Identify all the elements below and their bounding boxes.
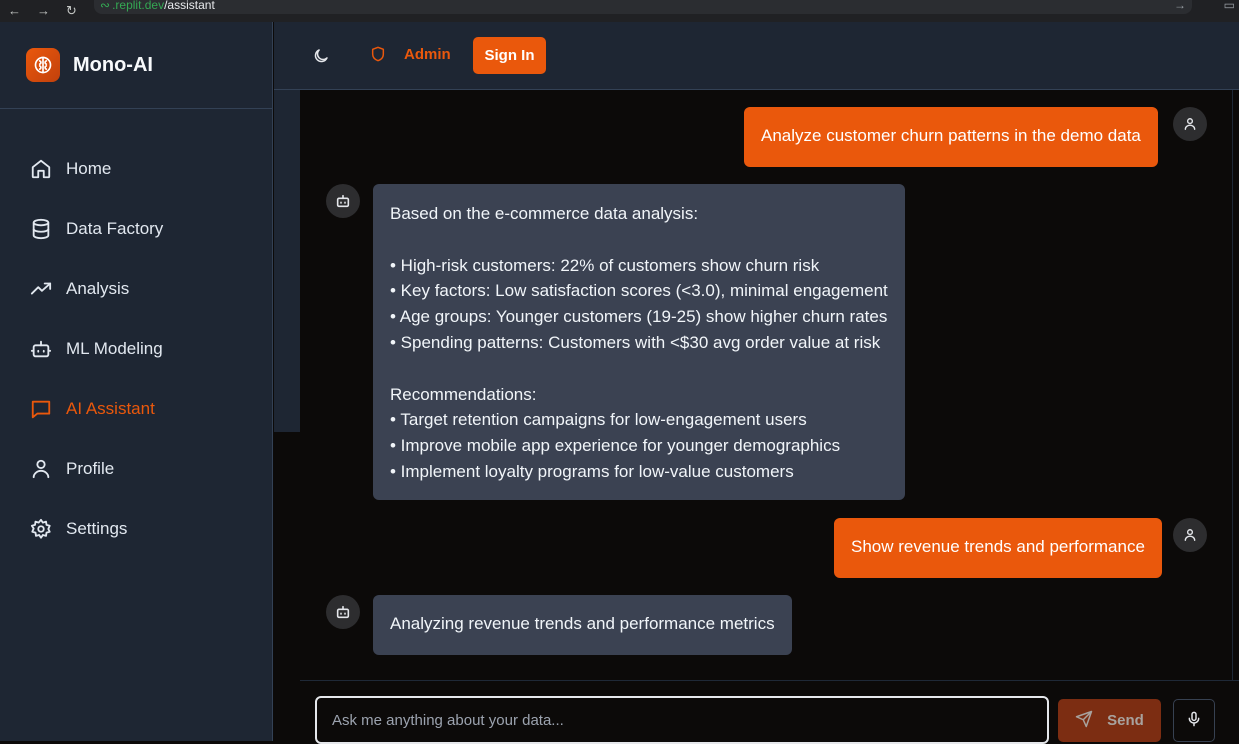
composer: Send (300, 680, 1239, 744)
brand-name: Mono-AI (73, 53, 153, 76)
browser-toolbar: ← → ↻ ∾ .replit.dev/assistant → ▭ (0, 0, 1239, 22)
database-icon (30, 218, 52, 240)
reload-icon[interactable]: ↻ (66, 3, 77, 19)
message-line: Analyzing revenue trends and performance… (390, 614, 775, 633)
monitor-icon[interactable]: ▭ (1224, 0, 1235, 11)
sidebar-item-label: Profile (66, 459, 115, 478)
sidebar-item-label: Settings (66, 519, 128, 538)
arrow-right-icon[interactable]: → (1174, 0, 1186, 11)
back-icon[interactable]: ← (8, 3, 21, 19)
sidebar-item-ml-modeling[interactable]: ML Modeling (0, 319, 272, 379)
assistant-message: Based on the e-commerce data analysis: •… (373, 184, 905, 500)
sidebar-item-data-factory[interactable]: Data Factory (0, 199, 272, 259)
send-label: Send (1107, 712, 1144, 729)
top-bar: Admin Sign In (274, 22, 1239, 90)
microphone-icon (1186, 710, 1202, 731)
moon-icon[interactable] (310, 45, 332, 67)
message-line: • Spending patterns: Customers with <$30… (390, 332, 881, 352)
sidebar-item-label: Home (66, 159, 112, 178)
content-gutter (274, 90, 300, 432)
sidebar-item-label: ML Modeling (66, 339, 163, 358)
sidebar-item-ai-assistant[interactable]: AI Assistant (0, 379, 272, 439)
bot-icon (30, 338, 52, 360)
shield-icon (370, 45, 386, 63)
chat-messages[interactable]: Analyze customer churn patterns in the d… (300, 90, 1233, 680)
user-avatar-icon (1173, 107, 1207, 141)
user-avatar-icon (1173, 518, 1207, 552)
message-line: • Improve mobile app experience for youn… (390, 436, 841, 456)
message-line: Recommendations: (390, 384, 537, 404)
sign-in-button[interactable]: Sign In (473, 37, 546, 74)
bot-avatar-icon (326, 595, 360, 629)
admin-link[interactable]: Admin (370, 45, 451, 63)
address-bar[interactable]: ∾ .replit.dev/assistant → (94, 0, 1192, 14)
url-host: .replit.dev (112, 0, 165, 12)
brand[interactable]: Mono-AI (0, 22, 272, 109)
forward-icon[interactable]: → (37, 3, 50, 19)
brain-logo-icon (26, 48, 60, 82)
send-icon (1075, 710, 1093, 732)
message-square-icon (30, 398, 52, 420)
sidebar-item-profile[interactable]: Profile (0, 439, 272, 499)
bot-avatar-icon (326, 184, 360, 218)
message-line: • Key factors: Low satisfaction scores (… (390, 281, 888, 301)
message-line (390, 356, 888, 382)
send-button[interactable]: Send (1058, 699, 1161, 742)
assistant-message: Analyzing revenue trends and performance… (373, 595, 792, 655)
user-icon (30, 458, 52, 480)
trending-up-icon (30, 278, 52, 300)
message-text: Analyze customer churn patterns in the d… (761, 126, 1141, 145)
sidebar-item-analysis[interactable]: Analysis (0, 259, 272, 319)
sidebar-item-label: Data Factory (66, 219, 164, 238)
message-text: Show revenue trends and performance (851, 537, 1145, 556)
user-message: Analyze customer churn patterns in the d… (744, 107, 1158, 167)
url-path: /assistant (164, 0, 215, 12)
sidebar-item-home[interactable]: Home (0, 139, 272, 199)
message-line: • Age groups: Younger customers (19-25) … (390, 307, 888, 327)
message-line: • High-risk customers: 22% of customers … (390, 255, 820, 275)
gear-icon (30, 518, 52, 540)
message-line: • Target retention campaigns for low-eng… (390, 410, 807, 430)
user-message: Show revenue trends and performance (834, 518, 1162, 578)
sidebar-item-settings[interactable]: Settings (0, 499, 272, 559)
sidebar-item-label: Analysis (66, 279, 130, 298)
message-line: • Implement loyalty programs for low-val… (390, 461, 794, 481)
link-icon: ∾ (100, 0, 111, 12)
sidebar-nav: Home Data Factory Analysis ML Modeling A… (0, 109, 272, 559)
home-icon (30, 158, 52, 180)
admin-label: Admin (404, 45, 451, 63)
sidebar-item-label: AI Assistant (66, 399, 155, 418)
browser-nav: ← → ↻ (0, 3, 94, 19)
chat-input[interactable] (315, 696, 1049, 744)
message-line: Based on the e-commerce data analysis: (390, 204, 699, 223)
message-line (390, 227, 888, 253)
sidebar: Mono-AI Home Data Factory Analysis ML Mo… (0, 22, 273, 741)
microphone-button[interactable] (1173, 699, 1215, 742)
